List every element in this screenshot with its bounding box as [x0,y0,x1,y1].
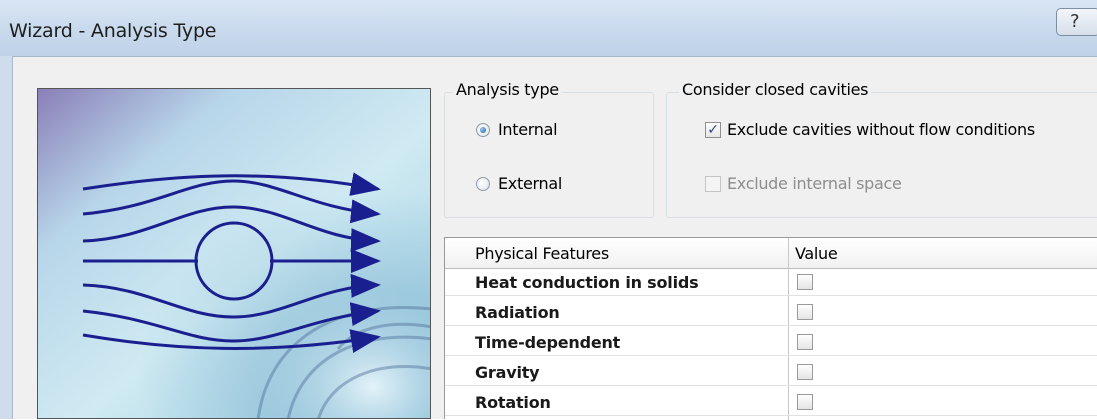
exclude-cavities-label: Exclude cavities without flow conditions [727,120,1035,139]
physical-features-table: Physical Features Value Heat conduction … [444,237,1097,420]
flow-around-cylinder-icon [38,89,430,418]
feature-label: Rotation [475,393,551,412]
help-button[interactable]: ? [1056,8,1097,36]
table-row[interactable]: Gravity [445,359,1097,386]
radio-internal-label: Internal [498,120,558,139]
table-row[interactable]: Radiation [445,299,1097,326]
help-icon: ? [1070,11,1080,32]
feature-value-checkbox[interactable] [797,334,813,350]
table-row[interactable]: Heat conduction in solids [445,269,1097,296]
feature-label: Gravity [475,363,540,382]
table-row[interactable]: Rotation [445,389,1097,416]
feature-value-checkbox[interactable] [797,304,813,320]
analysis-type-label: Analysis type [453,80,562,99]
feature-label: Time-dependent [475,333,621,352]
feature-value-checkbox[interactable] [797,364,813,380]
title-bar[interactable]: Wizard - Analysis Type ? [0,0,1097,56]
feature-value-checkbox[interactable] [797,274,813,290]
checkbox-disabled-icon[interactable] [705,175,721,192]
table-row[interactable]: Time-dependent [445,329,1097,356]
analysis-type-group [444,92,654,218]
exclude-cavities-checkbox[interactable]: ✓ Exclude cavities without flow conditio… [705,120,1035,139]
feature-value-checkbox[interactable] [797,394,813,410]
radio-selected-icon[interactable] [476,122,490,137]
checkbox-checked-icon[interactable]: ✓ [705,121,721,138]
radio-unselected-icon[interactable] [476,176,490,191]
flow-illustration [37,88,431,419]
column-header-features[interactable]: Physical Features [475,244,609,263]
exclude-internal-space-label: Exclude internal space [727,174,902,193]
feature-label: Heat conduction in solids [475,273,699,292]
radio-external-label: External [498,174,562,193]
column-header-value[interactable]: Value [795,244,838,263]
closed-cavities-group [666,92,1097,218]
table-header: Physical Features Value [445,238,1097,269]
radio-internal[interactable]: Internal [476,120,558,139]
feature-label: Radiation [475,303,560,322]
wizard-window: Wizard - Analysis Type ? Analysis type I… [0,0,1097,420]
closed-cavities-label: Consider closed cavities [679,80,872,99]
window-title: Wizard - Analysis Type [9,20,217,42]
exclude-internal-space-checkbox[interactable]: Exclude internal space [705,174,902,193]
radio-external[interactable]: External [476,174,562,193]
